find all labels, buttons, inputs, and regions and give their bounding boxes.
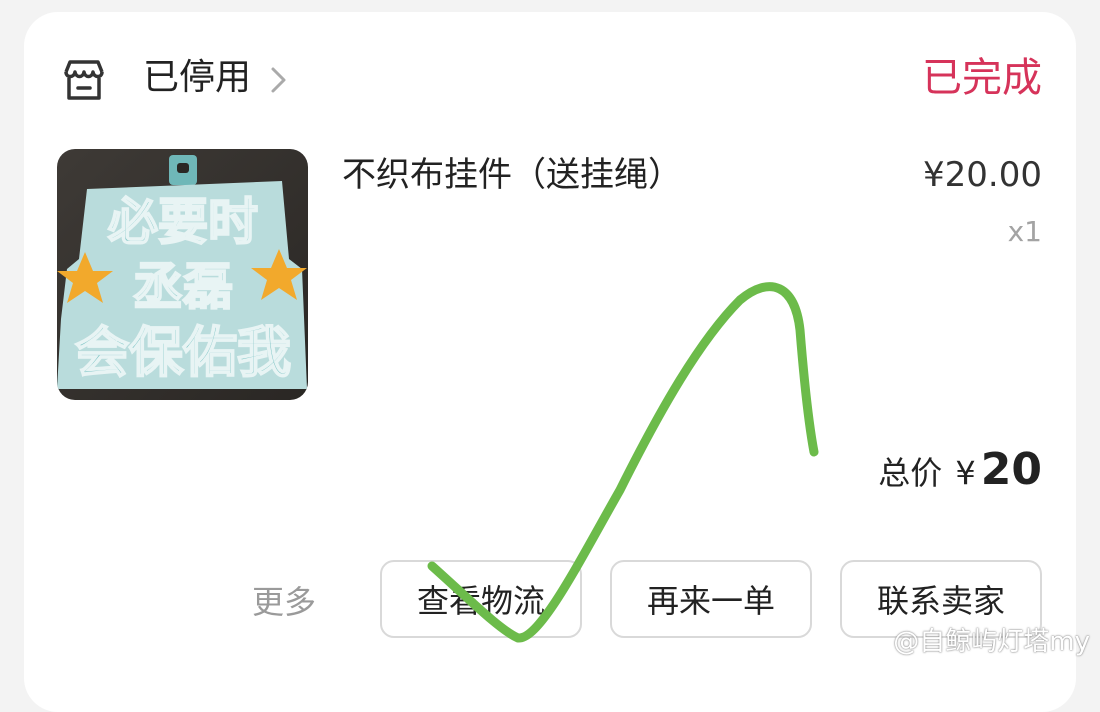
product-price: ¥20.00	[923, 152, 1042, 198]
more-button[interactable]: 更多	[252, 580, 316, 624]
order-total: 总价 ¥ 20	[878, 440, 1042, 509]
order-status: 已完成	[922, 52, 1042, 104]
total-label: 总价	[878, 454, 942, 492]
svg-text:丞磊: 丞磊	[133, 258, 233, 316]
total-currency: ¥	[955, 454, 975, 492]
svg-text:必要时: 必要时	[108, 193, 258, 251]
view-logistics-button[interactable]: 查看物流	[380, 560, 582, 638]
product-quantity: x1	[1008, 212, 1042, 252]
reorder-button[interactable]: 再来一单	[610, 560, 812, 638]
chevron-right-icon[interactable]	[268, 66, 290, 94]
shop-icon	[60, 56, 108, 104]
product-title[interactable]: 不织布挂件（送挂绳）	[342, 152, 682, 198]
product-image[interactable]: 必要时 丞磊 会保佑我	[57, 149, 308, 400]
svg-text:会保佑我: 会保佑我	[75, 321, 291, 384]
watermark: @自鲸屿灯塔my	[893, 625, 1090, 659]
total-amount: 20	[981, 444, 1042, 495]
shop-name[interactable]: 已停用	[143, 54, 251, 102]
